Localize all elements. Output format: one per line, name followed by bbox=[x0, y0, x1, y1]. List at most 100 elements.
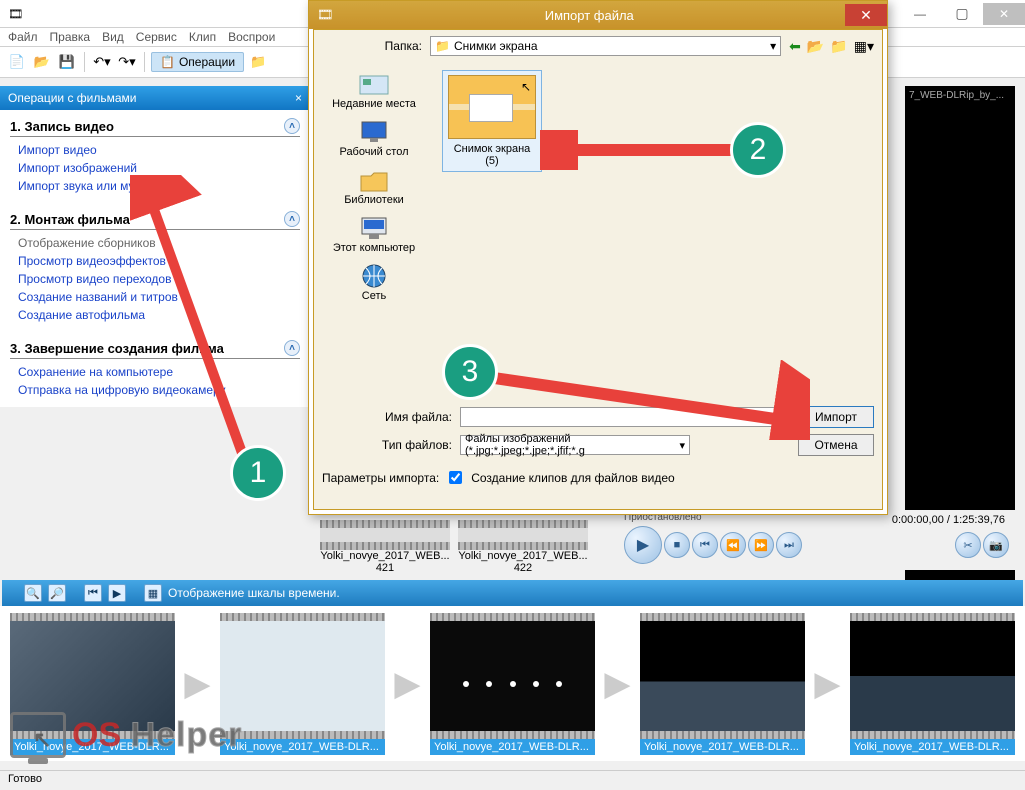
menu-tools[interactable]: Сервис bbox=[136, 30, 177, 44]
zoom-in-icon[interactable]: 🔍 bbox=[24, 584, 42, 602]
thumb-caption: Yolki_novye_2017_WEB-DLR... bbox=[850, 739, 1015, 755]
look-in-value: Снимки экрана bbox=[454, 39, 538, 53]
watermark: ↖ OS Helper bbox=[10, 712, 242, 758]
app-icon: 🎞 bbox=[8, 7, 23, 21]
preview-clip-title: 7_WEB-DLRip_by_... bbox=[909, 90, 1004, 101]
collection-clip[interactable]: Yolki_novye_2017_WEB... 421 bbox=[320, 520, 450, 574]
place-label: Рабочий стол bbox=[339, 146, 408, 158]
wm-helper: Helper bbox=[131, 716, 243, 754]
status-bar: Готово bbox=[0, 770, 1025, 790]
rewind-button[interactable]: ⏪ bbox=[720, 532, 746, 558]
place-desktop[interactable]: Рабочий стол bbox=[314, 114, 434, 162]
task-import-video[interactable]: Импорт видео bbox=[10, 141, 300, 159]
toolbar-sep bbox=[84, 52, 85, 72]
menu-edit[interactable]: Правка bbox=[50, 30, 91, 44]
filetype-label: Тип файлов: bbox=[322, 438, 452, 452]
storyboard-icon[interactable]: ▦ bbox=[144, 584, 162, 602]
storyboard-item[interactable]: Yolki_novye_2017_WEB-DLR... bbox=[640, 613, 805, 755]
place-label: Библиотеки bbox=[344, 194, 404, 206]
caret-down-icon: ▾ bbox=[770, 39, 776, 53]
minimize-button[interactable]: — bbox=[899, 3, 941, 25]
open-icon[interactable]: 📂 bbox=[31, 51, 53, 73]
place-computer[interactable]: Этот компьютер bbox=[314, 210, 434, 258]
dialog-titlebar: 🎞 Импорт файла ✕ bbox=[309, 1, 887, 29]
clip-name: Yolki_novye_2017_WEB... bbox=[458, 550, 588, 562]
stop-button[interactable]: ■ bbox=[664, 532, 690, 558]
menu-clip[interactable]: Клип bbox=[189, 30, 216, 44]
transition-slot[interactable]: ▶ bbox=[389, 629, 426, 739]
places-bar: Недавние места Рабочий стол Библиотеки Э… bbox=[314, 62, 434, 402]
place-label: Недавние места bbox=[332, 98, 416, 110]
dialog-icon: 🎞 bbox=[317, 7, 334, 23]
undo-icon[interactable]: ↶▾ bbox=[91, 51, 113, 73]
tasks-header: Операции с фильмами × bbox=[0, 86, 310, 110]
place-network[interactable]: Сеть bbox=[314, 258, 434, 306]
transition-slot[interactable]: ▶ bbox=[599, 629, 636, 739]
forward-button[interactable]: ⏩ bbox=[748, 532, 774, 558]
storyboard-item[interactable]: Yolki_novye_2017_WEB-DLR... bbox=[430, 613, 595, 755]
menu-view[interactable]: Вид bbox=[102, 30, 124, 44]
close-button[interactable]: ✕ bbox=[983, 3, 1025, 25]
timeline-toolbar: 🔍 🔎 ⏮ ▶ ▦ Отображение шкалы времени. bbox=[2, 580, 1023, 606]
chevron-up-icon[interactable]: ˄ bbox=[284, 211, 300, 227]
create-clips-checkbox[interactable] bbox=[449, 471, 462, 484]
place-libraries[interactable]: Библиотеки bbox=[314, 162, 434, 210]
transition-slot[interactable]: ▶ bbox=[809, 629, 846, 739]
new-icon[interactable]: 📄 bbox=[6, 51, 28, 73]
operations-label: Операции bbox=[179, 55, 235, 69]
prev-button[interactable]: ⏮ bbox=[692, 532, 718, 558]
annotation-badge-3: 3 bbox=[442, 344, 498, 400]
clip-name: Yolki_novye_2017_WEB... bbox=[320, 550, 450, 562]
dialog-title: Импорт файла bbox=[334, 8, 845, 23]
look-in-combo[interactable]: 📁 Снимки экрана ▾ bbox=[430, 36, 781, 56]
timeline-mode-label: Отображение шкалы времени. bbox=[168, 586, 340, 600]
menu-file[interactable]: Файл bbox=[8, 30, 38, 44]
import-params-label: Параметры импорта: bbox=[322, 471, 439, 485]
thumb-caption: Yolki_novye_2017_WEB-DLR... bbox=[430, 739, 595, 755]
status-text: Готово bbox=[8, 773, 42, 785]
collection-clip[interactable]: Yolki_novye_2017_WEB... 422 bbox=[458, 520, 588, 574]
clip-num: 422 bbox=[458, 562, 588, 574]
new-folder-icon[interactable]: 📁 bbox=[830, 38, 847, 55]
play-timeline-icon[interactable]: ▶ bbox=[108, 584, 126, 602]
operations-button[interactable]: 📋 Операции bbox=[151, 52, 244, 72]
file-name: Снимок экрана (5) bbox=[454, 143, 531, 167]
split-button[interactable]: ✂ bbox=[955, 532, 981, 558]
collections-icon[interactable]: 📁 bbox=[247, 51, 269, 73]
tasks-close-icon[interactable]: × bbox=[295, 91, 302, 105]
dialog-close-button[interactable]: ✕ bbox=[845, 4, 887, 26]
place-recent[interactable]: Недавние места bbox=[314, 66, 434, 114]
storyboard-item[interactable]: Yolki_novye_2017_WEB-DLR... bbox=[220, 613, 385, 755]
file-item[interactable]: ↖ Снимок экрана (5) bbox=[442, 70, 542, 172]
time-readout: 0:00:00,00 / 1:25:39,76 bbox=[892, 514, 1005, 526]
tasks-header-title: Операции с фильмами bbox=[8, 91, 137, 105]
redo-icon[interactable]: ↷▾ bbox=[116, 51, 138, 73]
next-button[interactable]: ⏭ bbox=[776, 532, 802, 558]
folder-icon: 📁 bbox=[435, 39, 450, 53]
file-list[interactable]: ↖ Снимок экрана (5) bbox=[434, 62, 882, 402]
thumb-caption: Yolki_novye_2017_WEB-DLR... bbox=[220, 739, 385, 755]
storyboard-item[interactable]: Yolki_novye_2017_WEB-DLR... bbox=[850, 613, 1015, 755]
snapshot-button[interactable]: 📷 bbox=[983, 532, 1009, 558]
folder-label: Папка: bbox=[322, 39, 422, 53]
tasks-icon: 📋 bbox=[160, 55, 175, 69]
place-label: Этот компьютер bbox=[333, 242, 415, 254]
filename-label: Имя файла: bbox=[322, 410, 452, 424]
chevron-up-icon[interactable]: ˄ bbox=[284, 340, 300, 356]
chevron-up-icon[interactable]: ˄ bbox=[284, 118, 300, 134]
section2-title: 2. Монтаж фильма bbox=[10, 212, 130, 227]
create-clips-label: Создание клипов для файлов видео bbox=[471, 471, 674, 485]
view-menu-icon[interactable]: ▦▾ bbox=[854, 38, 874, 55]
menu-play[interactable]: Воспрои bbox=[228, 30, 275, 44]
up-icon[interactable]: 📂 bbox=[807, 38, 824, 55]
maximize-button[interactable]: ▢ bbox=[941, 3, 983, 25]
section1-title: 1. Запись видео bbox=[10, 119, 114, 134]
back-icon[interactable]: ⬅ bbox=[789, 38, 801, 55]
annotation-badge-2: 2 bbox=[730, 122, 786, 178]
place-label: Сеть bbox=[362, 290, 386, 302]
save-icon[interactable]: 💾 bbox=[56, 51, 78, 73]
wm-os: OS bbox=[72, 716, 121, 754]
play-button[interactable]: ▶ bbox=[624, 526, 662, 564]
rewind-start-icon[interactable]: ⏮ bbox=[84, 584, 102, 602]
zoom-out-icon[interactable]: 🔎 bbox=[48, 584, 66, 602]
